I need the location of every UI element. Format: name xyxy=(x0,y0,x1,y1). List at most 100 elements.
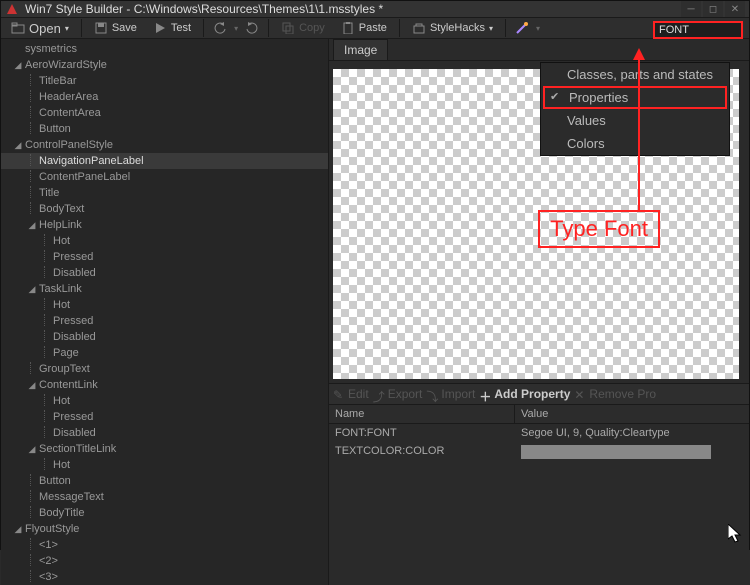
tree-line-icon xyxy=(27,170,37,184)
tree-item[interactable]: Pressed xyxy=(1,409,328,425)
test-button[interactable]: Test xyxy=(147,19,197,37)
test-label: Test xyxy=(171,22,191,34)
tree-item[interactable]: ◢TaskLink xyxy=(1,281,328,297)
annotation-arrow xyxy=(624,48,654,220)
tree[interactable]: sysmetrics ◢AeroWizardStyleTitleBar Header… xyxy=(1,41,328,585)
tree-item[interactable]: <1> xyxy=(1,537,328,553)
tree-item[interactable]: MessageText xyxy=(1,489,328,505)
tree-item[interactable]: Hot xyxy=(1,393,328,409)
search-input[interactable] xyxy=(653,21,743,39)
tree-item-label: Button xyxy=(37,123,71,135)
color-swatch[interactable] xyxy=(521,445,711,459)
prop-value: Segoe UI, 9, Quality:Cleartype xyxy=(515,424,749,442)
tree-item[interactable]: ◢ContentLink xyxy=(1,377,328,393)
tree-item-label: Pressed xyxy=(51,251,93,263)
tree-item-label: Pressed xyxy=(51,411,93,423)
copy-button[interactable]: Copy xyxy=(275,19,331,37)
tree-item[interactable]: Hot xyxy=(1,297,328,313)
add-property-button[interactable]: ＋Add Property xyxy=(479,387,570,401)
tree-line-icon xyxy=(27,490,37,504)
maximize-button[interactable]: ◻ xyxy=(703,1,723,17)
import-button[interactable]: ⤵Import xyxy=(426,387,475,401)
tree-item[interactable]: TitleBar xyxy=(1,73,328,89)
sidebar: sysmetrics ◢AeroWizardStyleTitleBar Header… xyxy=(1,39,329,585)
arrow-down-icon: ◢ xyxy=(27,220,37,231)
tree-item-label: Hot xyxy=(51,299,70,311)
tree-item[interactable]: Button xyxy=(1,121,328,137)
tree-item-label: Hot xyxy=(51,395,70,407)
save-button[interactable]: Save xyxy=(88,19,143,37)
redo-button[interactable] xyxy=(242,18,262,38)
remove-property-button[interactable]: ✕Remove Pro xyxy=(574,387,656,401)
tree-item[interactable]: Hot xyxy=(1,233,328,249)
minimize-button[interactable]: ─ xyxy=(681,1,701,17)
image-tab[interactable]: Image xyxy=(333,39,388,60)
prop-name: TEXTCOLOR:COLOR xyxy=(329,442,515,462)
tree-item[interactable]: Disabled xyxy=(1,425,328,441)
tree-item[interactable]: ContentArea xyxy=(1,105,328,121)
tree-item[interactable]: Title xyxy=(1,185,328,201)
open-button[interactable]: Open ▾ xyxy=(5,19,75,38)
tree-item[interactable]: ◢SectionTitleLink xyxy=(1,441,328,457)
arrow-down-icon: ◢ xyxy=(27,444,37,455)
tree-item-label: Page xyxy=(51,347,79,359)
wand-dropdown-icon[interactable]: ▾ xyxy=(536,24,540,33)
titlebar: Win7 Style Builder - C:\Windows\Resource… xyxy=(1,1,749,18)
tree-item-label: <2> xyxy=(37,555,58,567)
tree-item[interactable]: ◢FlyoutStyle xyxy=(1,521,328,537)
tree-item[interactable]: BodyTitle xyxy=(1,505,328,521)
tree-item[interactable]: ◢HelpLink xyxy=(1,217,328,233)
arrow-down-icon: ◢ xyxy=(27,380,37,391)
col-name[interactable]: Name xyxy=(329,405,515,423)
table-row[interactable]: TEXTCOLOR:COLOR xyxy=(329,442,749,462)
tree-item[interactable]: Disabled xyxy=(1,265,328,281)
tree-item-label: sysmetrics xyxy=(23,43,77,55)
close-button[interactable]: ✕ xyxy=(725,1,745,17)
tree-item[interactable]: <2> xyxy=(1,553,328,569)
tree-item[interactable]: Button xyxy=(1,473,328,489)
remove-icon: ✕ xyxy=(574,388,586,400)
tree-item[interactable]: Pressed xyxy=(1,249,328,265)
tree-line-icon xyxy=(41,394,51,408)
tree-line-icon xyxy=(27,154,37,168)
tree-line-icon xyxy=(41,314,51,328)
edit-button[interactable]: ✎Edit xyxy=(333,387,369,401)
tree-item-label: Pressed xyxy=(51,315,93,327)
tree-item-label: HeaderArea xyxy=(37,91,98,103)
tree-item[interactable]: sysmetrics xyxy=(1,41,328,57)
wand-button[interactable] xyxy=(512,18,532,38)
tree-item-label: ContentLink xyxy=(37,379,98,391)
tree-item[interactable]: Hot xyxy=(1,457,328,473)
tree-item[interactable]: ◢ControlPanelStyle xyxy=(1,137,328,153)
tree-item[interactable]: NavigationPaneLabel xyxy=(1,153,328,169)
tree-item[interactable]: GroupText xyxy=(1,361,328,377)
copy-label: Copy xyxy=(299,22,325,34)
add-icon: ＋ xyxy=(479,388,491,400)
edit-icon: ✎ xyxy=(333,388,345,400)
tree-item[interactable]: Pressed xyxy=(1,313,328,329)
tree-item[interactable]: ContentPaneLabel xyxy=(1,169,328,185)
tree-item[interactable]: ◢AeroWizardStyle xyxy=(1,57,328,73)
divider xyxy=(399,19,400,37)
tree-item[interactable]: BodyText xyxy=(1,201,328,217)
tree-line-icon xyxy=(41,426,51,440)
tree-line-icon xyxy=(41,250,51,264)
image-tabbar: Image xyxy=(329,39,749,61)
table-row[interactable]: FONT:FONTSegoe UI, 9, Quality:Cleartype xyxy=(329,424,749,442)
paste-button[interactable]: Paste xyxy=(335,19,393,37)
dropdown-icon: ▾ xyxy=(489,24,493,33)
tree-item[interactable]: Disabled xyxy=(1,329,328,345)
export-button[interactable]: ⤴Export xyxy=(373,387,423,401)
tree-item-label: Hot xyxy=(51,235,70,247)
undo-dropdown-icon[interactable]: ▾ xyxy=(234,24,238,33)
stylehacks-button[interactable]: StyleHacks ▾ xyxy=(406,19,499,37)
paste-label: Paste xyxy=(359,22,387,34)
tree-item[interactable]: <3> xyxy=(1,569,328,585)
tree-line-icon xyxy=(27,106,37,120)
tree-item[interactable]: Page xyxy=(1,345,328,361)
tree-item[interactable]: HeaderArea xyxy=(1,89,328,105)
undo-button[interactable] xyxy=(210,18,230,38)
tree-line-icon xyxy=(27,186,37,200)
col-value[interactable]: Value xyxy=(515,405,749,423)
tree-line-icon xyxy=(41,330,51,344)
